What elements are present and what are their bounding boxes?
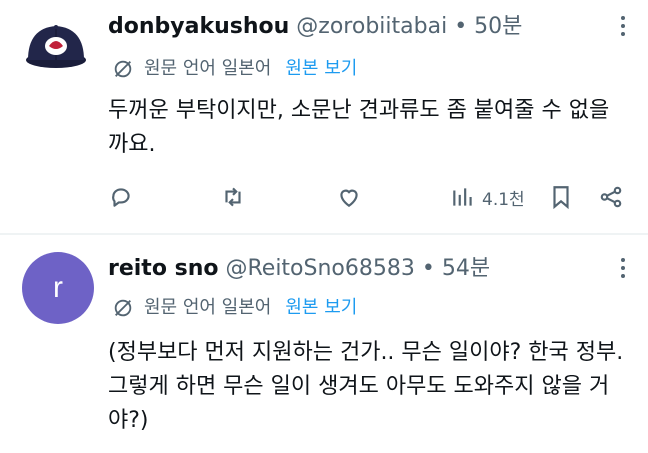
translation-notice: 원문 언어 일본어 원본 보기 [112, 56, 357, 82]
tweet-divider [0, 233, 648, 235]
tweet[interactable]: donbyakushou @zorobiitabai • 50분 원문 언어 일… [0, 0, 648, 234]
retweet-icon [225, 187, 241, 207]
bookmark-icon [553, 186, 569, 210]
user-handle[interactable]: @ReitoSno68583 [225, 256, 414, 281]
timestamp[interactable]: 54분 [442, 256, 490, 281]
share-button[interactable] [598, 181, 624, 213]
display-name[interactable]: reito sno [108, 256, 218, 281]
avatar-letter: r [53, 271, 63, 304]
views-icon [453, 188, 472, 206]
share-icon [600, 186, 622, 208]
timestamp[interactable]: 50분 [474, 14, 522, 39]
like-button[interactable] [336, 181, 362, 213]
tweet-text: (정부보다 먼저 지원하는 건가.. 무슨 일이야? 한국 정부. 그렇게 하면… [108, 340, 624, 433]
show-original-link[interactable]: 원본 보기 [285, 295, 357, 321]
more-icon[interactable] [620, 16, 626, 38]
reply-button[interactable] [108, 181, 134, 213]
separator-dot: • [454, 14, 468, 39]
translate-icon [114, 60, 132, 78]
show-original-link[interactable]: 원본 보기 [285, 56, 357, 82]
user-handle[interactable]: @zorobiitabai [296, 14, 447, 39]
reply-icon [112, 188, 130, 207]
bookmark-button[interactable] [548, 181, 574, 213]
translate-label: 원문 언어 일본어 [144, 297, 272, 318]
translate-label: 원문 언어 일본어 [144, 58, 272, 79]
action-bar: 4.1천 [108, 181, 628, 213]
separator-dot: • [421, 256, 435, 281]
translate-icon [114, 299, 132, 317]
avatar[interactable] [20, 10, 92, 82]
like-icon [340, 189, 358, 207]
baseball-cap-avatar-image [26, 25, 86, 68]
avatar[interactable]: r [22, 252, 94, 324]
translation-notice: 원문 언어 일본어 원본 보기 [112, 295, 357, 321]
display-name[interactable]: donbyakushou [108, 14, 289, 39]
tweet-text: 두꺼운 부탁이지만, 소문난 견과류도 좀 붙여줄 수 없을까요. [108, 98, 610, 157]
views-button[interactable]: 4.1천 [450, 181, 525, 213]
more-icon[interactable] [620, 258, 626, 280]
retweet-button[interactable] [220, 181, 246, 213]
tweet-header: donbyakushou @zorobiitabai • 50분 [108, 12, 522, 42]
tweet-header: reito sno @ReitoSno68583 • 54분 [108, 254, 490, 284]
views-count: 4.1천 [482, 189, 525, 210]
